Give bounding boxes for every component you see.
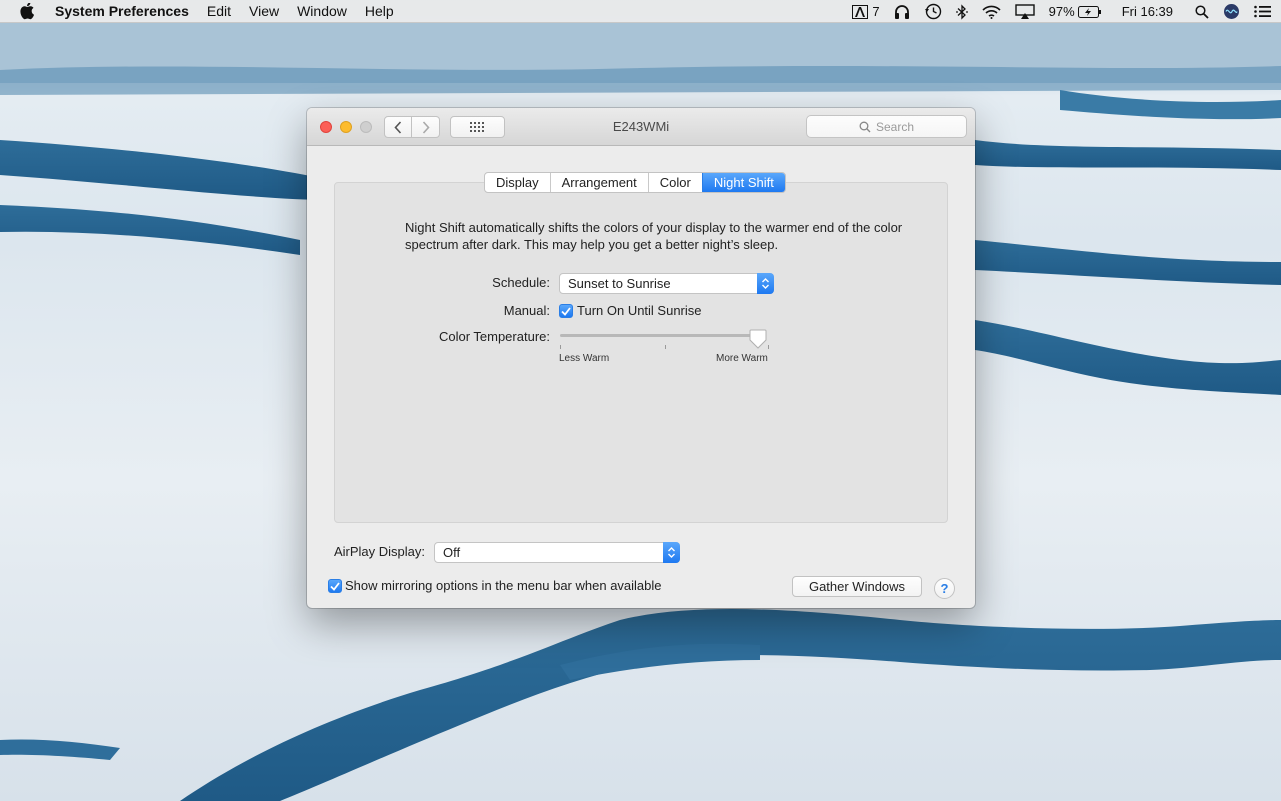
search-input[interactable]: Search <box>806 115 967 138</box>
apple-icon[interactable] <box>20 2 38 20</box>
schedule-select[interactable]: Sunset to Sunrise <box>559 273 774 294</box>
schedule-value: Sunset to Sunrise <box>568 276 671 291</box>
manual-label: Manual: <box>503 303 550 318</box>
slider-tick <box>665 345 666 349</box>
airplay-display-value: Off <box>443 545 461 560</box>
slider-max-label: More Warm <box>716 353 768 364</box>
mirroring-checkbox[interactable] <box>328 579 342 593</box>
siri-icon[interactable] <box>1223 3 1240 20</box>
slider-tick <box>560 345 561 349</box>
tab-night-shift[interactable]: Night Shift <box>701 173 785 192</box>
slider-tick <box>768 345 769 349</box>
search-icon <box>859 121 871 132</box>
tab-color[interactable]: Color <box>647 173 702 192</box>
menu-window[interactable]: Window <box>297 3 347 19</box>
manual-checkbox-label[interactable]: Turn On Until Sunrise <box>577 303 702 318</box>
menu-view[interactable]: View <box>249 3 279 19</box>
schedule-label: Schedule: <box>492 275 550 290</box>
tab-bar: Display Arrangement Color Night Shift <box>484 172 786 193</box>
bluetooth-icon[interactable] <box>955 3 968 20</box>
headphones-icon[interactable] <box>894 4 910 19</box>
battery-status[interactable]: 97% <box>1049 4 1102 19</box>
time-machine-icon[interactable] <box>924 3 942 20</box>
adobe-status[interactable]: 7 <box>852 4 880 19</box>
color-temperature-slider-track[interactable] <box>560 334 766 337</box>
spotlight-icon[interactable] <box>1195 4 1209 19</box>
menu-app-name[interactable]: System Preferences <box>55 3 189 19</box>
title-bar[interactable]: E243WMi Search <box>307 108 975 146</box>
manual-checkbox[interactable] <box>559 304 573 318</box>
menu-edit[interactable]: Edit <box>207 3 231 19</box>
slider-min-label: Less Warm <box>559 353 610 364</box>
tab-display[interactable]: Display <box>485 173 550 192</box>
gather-windows-button[interactable]: Gather Windows <box>792 576 922 597</box>
select-stepper-icon <box>757 273 774 294</box>
notification-center-icon[interactable] <box>1254 5 1271 18</box>
status-area: 7 97% Fri 16:39 <box>838 0 1271 23</box>
checkmark-icon <box>330 581 340 591</box>
adobe-count: 7 <box>872 4 880 19</box>
adobe-icon <box>852 4 869 19</box>
checkmark-icon <box>561 306 571 316</box>
select-stepper-icon <box>663 542 680 563</box>
color-temperature-slider-knob[interactable] <box>749 329 767 349</box>
search-placeholder: Search <box>875 119 915 134</box>
airplay-display-select[interactable]: Off <box>434 542 680 563</box>
airplay-display-label: AirPlay Display: <box>333 544 425 559</box>
menu-bar: System Preferences Edit View Window Help… <box>0 0 1281 23</box>
mirroring-checkbox-label[interactable]: Show mirroring options in the menu bar w… <box>345 578 662 593</box>
clock[interactable]: Fri 16:39 <box>1122 4 1173 19</box>
help-button[interactable]: ? <box>934 578 955 599</box>
tab-arrangement[interactable]: Arrangement <box>549 173 648 192</box>
battery-icon <box>1077 5 1101 18</box>
system-preferences-window: E243WMi Search Display Arrangement Color… <box>307 108 975 608</box>
airplay-icon[interactable] <box>1014 4 1035 19</box>
night-shift-description: Night Shift automatically shifts the col… <box>405 220 903 252</box>
battery-percent: 97% <box>1048 4 1075 19</box>
menu-help[interactable]: Help <box>365 3 394 19</box>
wifi-icon[interactable] <box>982 5 1001 19</box>
color-temperature-label: Color Temperature: <box>438 329 550 344</box>
